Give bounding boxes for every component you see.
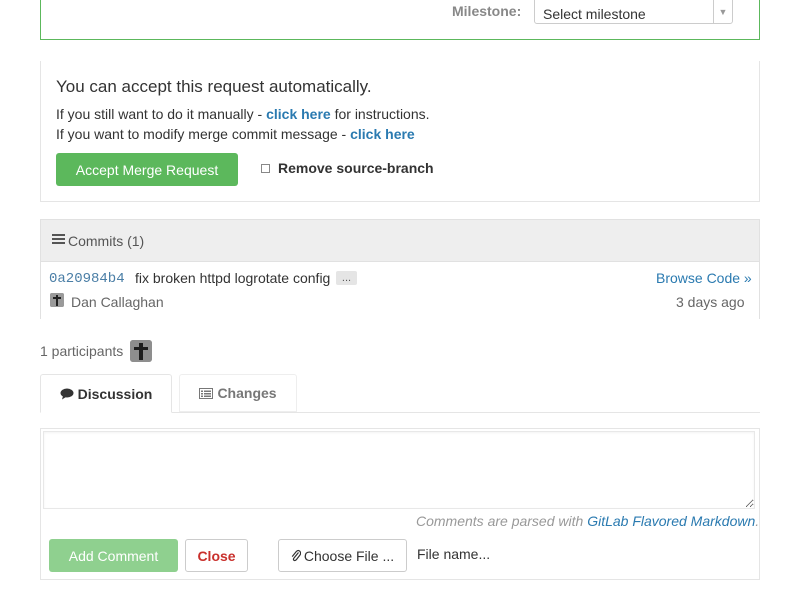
paperclip-icon: [291, 549, 301, 562]
tab-changes[interactable]: Changes: [179, 374, 297, 412]
milestone-select-value: Select milestone: [543, 6, 646, 22]
modify-commit-message-prefix: If you want to modify merge commit messa…: [56, 126, 351, 142]
markdown-note-prefix: Comments are parsed with: [416, 513, 588, 529]
avatar-image: [50, 293, 64, 307]
close-button[interactable]: Close: [185, 539, 248, 572]
accept-title: You can accept this request automaticall…: [56, 77, 372, 96]
participants-count: 1 participants: [40, 343, 124, 359]
manual-instructions-prefix: If you still want to do it manually -: [56, 106, 267, 122]
commit-expand-button[interactable]: ...: [336, 271, 357, 285]
choose-file-button[interactable]: Choose File ...: [278, 539, 407, 572]
manual-instructions-line: If you still want to do it manually - cl…: [56, 106, 430, 122]
add-comment-button[interactable]: Add Comment: [49, 539, 178, 572]
commits-header: Commits (1): [40, 219, 760, 262]
milestone-select-arrow[interactable]: ▼: [713, 0, 732, 23]
modify-commit-message-line: If you want to modify merge commit messa…: [56, 126, 415, 142]
remove-source-branch-checkbox[interactable]: [261, 164, 270, 173]
commit-sha-link[interactable]: 0a20984b4: [49, 271, 125, 287]
tab-discussion-label: Discussion: [77, 385, 153, 402]
commit-author: Dan Callaghan: [71, 294, 164, 310]
comment-icon: [60, 388, 74, 399]
file-name-label: File name...: [417, 546, 491, 562]
remove-source-branch-label[interactable]: Remove source-branch: [278, 160, 434, 176]
avatar: [50, 293, 64, 307]
list-alt-icon: [199, 387, 214, 399]
accept-merge-request-button[interactable]: Accept Merge Request: [56, 153, 238, 186]
tab-discussion[interactable]: Discussion: [40, 374, 172, 413]
manual-instructions-link[interactable]: click here: [266, 106, 331, 122]
commit-message: fix broken httpd logrotate config: [135, 270, 331, 286]
list-icon: [52, 234, 65, 245]
tab-changes-label: Changes: [217, 385, 277, 401]
commit-time: 3 days ago: [676, 294, 745, 310]
comment-textarea[interactable]: [43, 431, 755, 509]
manual-instructions-suffix: for instructions.: [330, 106, 430, 122]
avatar-image: [130, 340, 152, 362]
milestone-label: Milestone:: [452, 3, 522, 19]
commits-title: Commits (1): [68, 233, 145, 249]
modify-commit-message-link[interactable]: click here: [350, 126, 415, 142]
chevron-down-icon: ▼: [718, 6, 728, 17]
markdown-note-suffix: .: [755, 513, 760, 529]
markdown-help-link[interactable]: GitLab Flavored Markdown: [587, 513, 755, 529]
choose-file-label: Choose File ...: [303, 547, 395, 564]
participant-avatar[interactable]: [130, 340, 152, 362]
browse-code-link[interactable]: Browse Code »: [656, 270, 752, 286]
milestone-select[interactable]: Select milestone ▼: [534, 0, 733, 24]
markdown-note: Comments are parsed with GitLab Flavored…: [416, 513, 759, 529]
